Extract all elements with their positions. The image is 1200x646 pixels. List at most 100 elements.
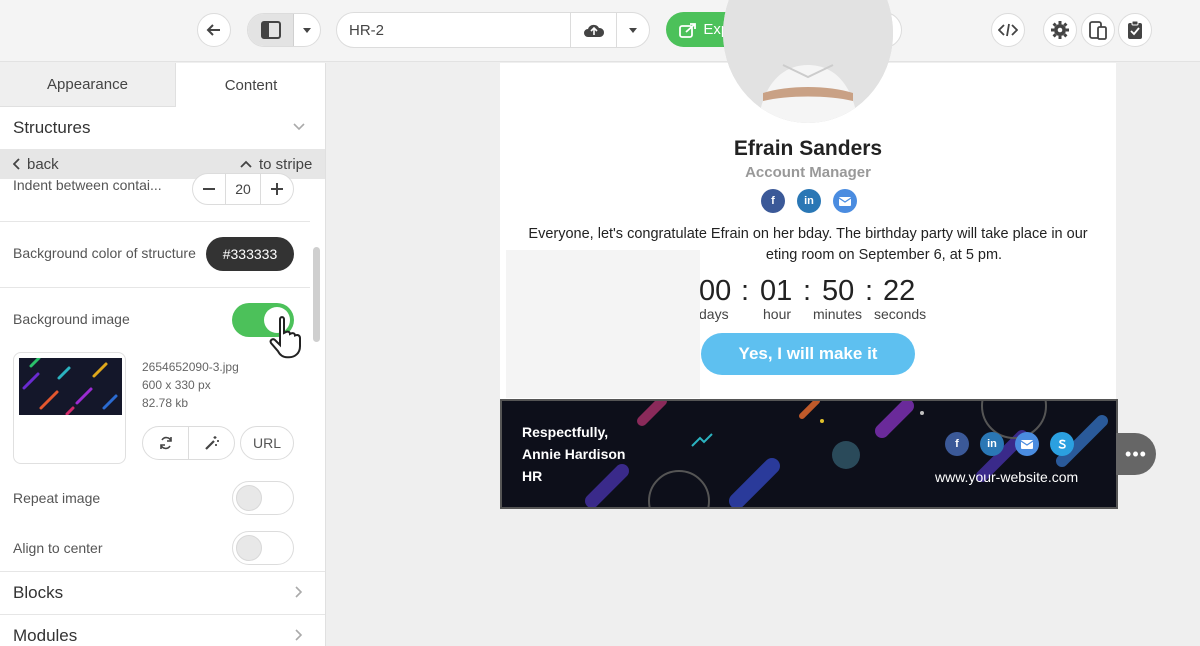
image-actions — [142, 426, 235, 460]
footer-signature: Respectfully, Annie Hardison HR — [522, 421, 625, 487]
save-options-dropdown[interactable] — [617, 13, 649, 47]
file-size: 82.78 kb — [142, 396, 189, 410]
email-icon[interactable] — [1015, 432, 1039, 456]
email-icon[interactable] — [833, 189, 857, 213]
mobile-preview-button[interactable] — [1081, 13, 1115, 47]
back-link[interactable]: back — [13, 156, 59, 173]
to-stripe-link[interactable]: to stripe — [240, 156, 312, 173]
bg-color-label: Background color of structure — [13, 245, 196, 261]
website-link[interactable]: www.your-website.com — [935, 469, 1078, 485]
edit-image-button[interactable] — [189, 427, 234, 459]
footer-stripe[interactable]: Respectfully, Annie Hardison HR f in www… — [500, 399, 1118, 509]
tab-content[interactable]: Content — [176, 63, 325, 107]
gear-icon — [1051, 21, 1069, 39]
panel-scrollbar[interactable] — [313, 247, 320, 342]
plus-icon — [271, 183, 283, 195]
test-email-button[interactable] — [1118, 13, 1152, 47]
toggle-knob — [236, 535, 262, 561]
indent-value[interactable]: 20 — [225, 174, 261, 204]
blocks-section-header[interactable]: Blocks — [0, 571, 325, 614]
chevron-right-icon — [295, 629, 303, 641]
image-url-button[interactable]: URL — [240, 426, 294, 460]
layout-toggle[interactable] — [247, 13, 321, 47]
code-button[interactable] — [991, 13, 1025, 47]
template-name-field[interactable]: HR-2 — [337, 13, 571, 47]
caret-down-icon — [303, 27, 311, 33]
person-name: Efrain Sanders — [733, 137, 883, 160]
code-icon — [998, 23, 1018, 37]
countdown-seconds-label: seconds — [874, 306, 927, 322]
countdown-seconds: 22 — [883, 275, 916, 307]
settings-button[interactable] — [1043, 13, 1077, 47]
back-label: back — [27, 155, 59, 173]
refresh-icon — [159, 436, 172, 450]
bg-image-thumbnail — [19, 358, 122, 415]
chevron-right-icon — [295, 586, 303, 598]
file-dimensions: 600 x 330 px — [142, 378, 211, 392]
chevron-left-icon — [13, 158, 20, 170]
footer-social-links: f in — [945, 432, 1074, 456]
modules-label: Modules — [13, 626, 78, 645]
layout-panel-icon — [260, 21, 281, 39]
align-center-label: Align to center — [13, 540, 103, 556]
countdown-minutes: 50 — [822, 275, 855, 307]
cloud-upload-icon — [583, 24, 604, 37]
increment-button[interactable] — [261, 174, 293, 204]
toggle-knob — [236, 485, 262, 511]
countdown-days-label: days — [699, 306, 729, 322]
countdown-hours-label: hour — [763, 306, 792, 322]
divider — [0, 221, 310, 222]
countdown-days: 00 — [699, 275, 732, 307]
avatar — [723, 0, 893, 123]
cloud-upload-button[interactable] — [571, 13, 617, 47]
blocks-label: Blocks — [13, 583, 64, 602]
social-links: f in — [761, 189, 857, 213]
settings-panel: Appearance Content Structures back to st… — [0, 63, 326, 646]
panel-tabs: Appearance Content — [0, 63, 325, 107]
rsvp-button[interactable]: Yes, I will make it — [701, 333, 915, 375]
facebook-icon[interactable]: f — [945, 432, 969, 456]
bg-image-preview[interactable] — [13, 352, 126, 464]
template-name-group: HR-2 — [336, 12, 650, 48]
countdown-separator: : — [741, 275, 750, 307]
linkedin-icon[interactable]: in — [980, 432, 1004, 456]
footer-line-3: HR — [522, 468, 543, 484]
layout-button[interactable] — [248, 14, 294, 46]
bg-color-picker[interactable]: #333333 — [206, 237, 294, 271]
magic-wand-icon — [204, 436, 219, 450]
skype-icon[interactable] — [1050, 432, 1074, 456]
hand-cursor-icon — [269, 316, 301, 359]
repeat-image-label: Repeat image — [13, 490, 101, 506]
back-button[interactable] — [197, 13, 231, 47]
person-role: Account Manager — [745, 164, 871, 181]
indent-stepper: 20 — [192, 173, 294, 205]
countdown-hours: 01 — [760, 275, 793, 307]
bg-image-label: Background image — [13, 311, 130, 327]
structures-label: Structures — [13, 118, 91, 137]
facebook-icon[interactable]: f — [761, 189, 785, 213]
decrement-button[interactable] — [193, 174, 225, 204]
footer-line-1: Respectfully, — [522, 424, 609, 440]
more-options-button[interactable]: ••• — [1116, 433, 1156, 475]
modules-section-header[interactable]: Modules — [0, 614, 325, 646]
minus-icon — [203, 188, 215, 190]
file-name: 2654652090-3.jpg — [142, 360, 239, 374]
tab-appearance[interactable]: Appearance — [0, 63, 176, 107]
clipboard-icon — [1128, 20, 1142, 39]
structures-section-header[interactable]: Structures — [0, 107, 325, 149]
footer-line-2: Annie Hardison — [522, 446, 626, 462]
export-icon — [679, 22, 697, 38]
align-center-toggle[interactable] — [232, 531, 294, 565]
layout-dropdown[interactable] — [294, 14, 320, 46]
message-line-1: Everyone, let's congratulate Efrain on h… — [528, 226, 1088, 242]
countdown-minutes-label: minutes — [813, 306, 863, 322]
chevron-down-icon — [293, 123, 305, 131]
caret-down-icon — [629, 27, 637, 33]
devices-icon — [1089, 21, 1107, 40]
replace-image-button[interactable] — [143, 427, 189, 459]
linkedin-icon[interactable]: in — [797, 189, 821, 213]
arrow-left-icon — [206, 24, 220, 36]
repeat-image-toggle[interactable] — [232, 481, 294, 515]
divider — [0, 287, 310, 288]
top-toolbar: HR-2 Export — [0, 0, 1200, 62]
